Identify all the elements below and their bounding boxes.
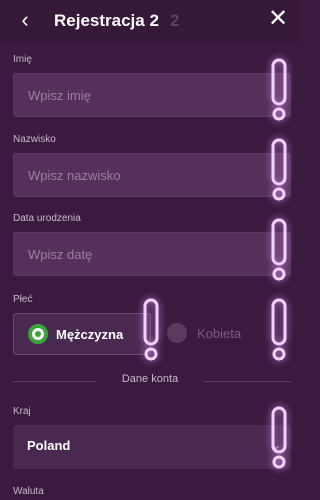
section-title: Dane konta (121, 373, 179, 385)
radio-unselected-icon (167, 323, 187, 343)
chevron-left-icon: ‹ (21, 7, 29, 32)
country-value: Poland (27, 438, 71, 453)
last-name-input[interactable] (14, 154, 290, 196)
gender-option-male[interactable]: Mężczyzna (13, 313, 151, 355)
page-title-ghost: 2 (170, 11, 180, 30)
gender-option-female-label: Kobieta (197, 326, 242, 341)
page-title: Rejestracja 2 (54, 11, 159, 30)
divider-right (203, 381, 291, 382)
currency-label: Waluta (13, 486, 44, 497)
radio-selected-icon (28, 324, 48, 344)
gender-option-male-label: Mężczyzna (56, 327, 124, 342)
gender-option-female[interactable]: Kobieta (153, 313, 291, 355)
country-label: Kraj (13, 406, 31, 417)
close-button[interactable]: ✕ (264, 4, 292, 34)
back-button[interactable]: ‹ (12, 6, 38, 34)
country-select[interactable]: Poland ⌄ (13, 425, 291, 469)
first-name-label: Imię (13, 54, 32, 65)
first-name-input[interactable] (14, 74, 290, 116)
birth-date-input[interactable] (14, 233, 290, 275)
header-bar: ‹ Rejestracja 2 2 ✕ (0, 0, 300, 42)
birth-date-label: Data urodzenia (13, 213, 81, 224)
birth-date-field[interactable] (13, 232, 291, 276)
chevron-down-icon: ⌄ (270, 438, 282, 452)
close-icon: ✕ (267, 5, 289, 32)
last-name-field[interactable] (13, 153, 291, 197)
last-name-label: Nazwisko (13, 134, 56, 145)
gender-label: Płeć (13, 294, 33, 305)
first-name-field[interactable] (13, 73, 291, 117)
